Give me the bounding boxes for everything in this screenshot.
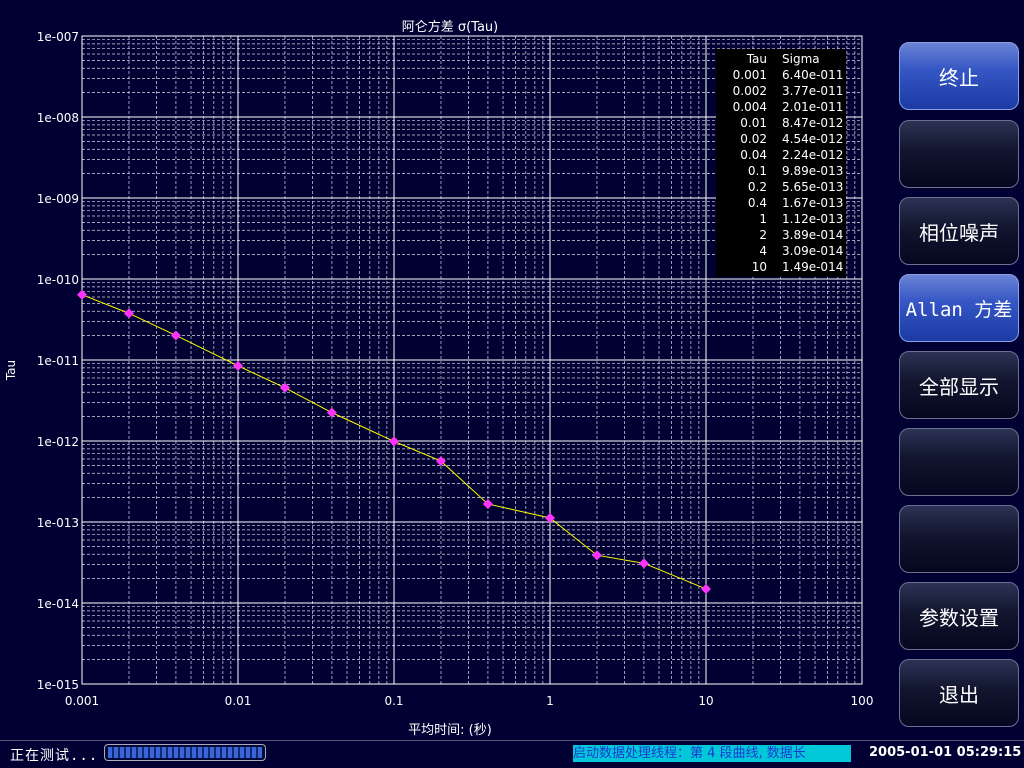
table-cell-tau: 2	[759, 228, 767, 242]
settings-button[interactable]: 参数设置	[899, 582, 1019, 650]
empty-button-3[interactable]	[899, 505, 1019, 573]
table-cell-sigma: 9.89e-013	[782, 164, 843, 178]
table-cell-sigma: 1.12e-013	[782, 212, 843, 226]
x-tick-label: 100	[851, 694, 874, 708]
table-cell-sigma: 8.47e-012	[782, 116, 843, 130]
table-cell-tau: 0.001	[733, 68, 767, 82]
chart-title: 阿仑方差 σ(Tau)	[402, 19, 499, 35]
x-tick-label: 1	[546, 694, 554, 708]
stop-button[interactable]: 终止	[899, 42, 1019, 110]
table-cell-sigma: 3.89e-014	[782, 228, 843, 242]
allan-variance-button[interactable]: Allan 方差	[899, 274, 1019, 342]
y-tick-label: 1e-012	[37, 435, 79, 449]
y-axis-label: Tau	[4, 360, 18, 381]
table-cell-sigma: 3.09e-014	[782, 244, 843, 258]
allan-chart: 0.001 0.01 0.1 1 10 100 1e-007 1e-008 1e-009 1e-…	[0, 0, 890, 740]
table-cell-tau: 0.04	[740, 148, 767, 162]
table-header-tau: Tau	[746, 52, 767, 66]
x-tick-label: 0.1	[384, 694, 403, 708]
y-tick-label: 1e-014	[37, 597, 79, 611]
table-cell-tau: 0.2	[748, 180, 767, 194]
table-cell-tau: 0.1	[748, 164, 767, 178]
table-cell-sigma: 5.65e-013	[782, 180, 843, 194]
status-text: 正在测试...	[10, 748, 99, 764]
table-cell-tau: 1	[759, 212, 767, 226]
y-tick-label: 1e-009	[37, 192, 79, 206]
exit-button[interactable]: 退出	[899, 659, 1019, 727]
table-cell-tau: 0.004	[733, 100, 767, 114]
table-cell-tau: 4	[759, 244, 767, 258]
y-tick-label: 1e-010	[37, 273, 79, 287]
table-cell-sigma: 4.54e-012	[782, 132, 843, 146]
table-cell-tau: 0.01	[740, 116, 767, 130]
allan-chart-svg: 0.001 0.01 0.1 1 10 100 1e-007 1e-008 1e-009 1e-…	[4, 19, 874, 738]
y-tick-label: 1e-013	[37, 516, 79, 530]
table-cell-sigma: 2.01e-011	[782, 100, 843, 114]
status-bar: 正在测试... 启动数据处理线程：第 4 段曲线, 数据长 2005-01-01…	[0, 740, 1024, 768]
table-cell-tau: 0.002	[733, 84, 767, 98]
x-axis-label: 平均时间: (秒)	[408, 723, 492, 738]
y-tick-label: 1e-015	[37, 678, 79, 692]
table-cell-tau: 10	[752, 260, 767, 274]
table-cell-sigma: 3.77e-011	[782, 84, 843, 98]
table-cell-sigma: 6.40e-011	[782, 68, 843, 82]
empty-button-2[interactable]	[899, 428, 1019, 496]
empty-button-1[interactable]	[899, 120, 1019, 188]
datetime: 2005-01-01 05:29:15	[869, 745, 1022, 760]
table-cell-sigma: 1.67e-013	[782, 196, 843, 210]
show-all-button[interactable]: 全部显示	[899, 351, 1019, 419]
table-cell-tau: 0.02	[740, 132, 767, 146]
table-cell-sigma: 2.24e-012	[782, 148, 843, 162]
progress-fill	[108, 747, 262, 758]
y-tick-label: 1e-007	[37, 30, 79, 44]
x-tick-label: 10	[698, 694, 713, 708]
table-cell-tau: 0.4	[748, 196, 767, 210]
progress-bar	[104, 744, 266, 761]
x-tick-label: 0.01	[225, 694, 252, 708]
thread-message: 启动数据处理线程：第 4 段曲线, 数据长	[573, 745, 851, 762]
table-cell-sigma: 1.49e-014	[782, 260, 843, 274]
x-tick-label: 0.001	[65, 694, 99, 708]
phase-noise-button[interactable]: 相位噪声	[899, 197, 1019, 265]
table-header-sigma: Sigma	[782, 52, 820, 66]
y-tick-label: 1e-011	[37, 354, 79, 368]
y-tick-label: 1e-008	[37, 111, 79, 125]
